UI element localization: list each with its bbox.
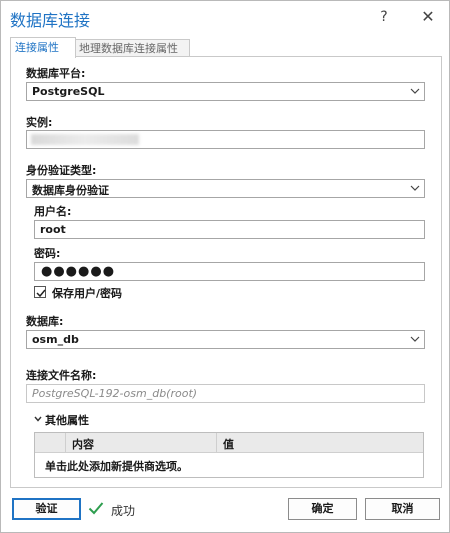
save-credentials-checkbox[interactable]: [34, 286, 46, 298]
add-provider-option-row[interactable]: 单击此处添加新提供商选项。: [45, 458, 188, 474]
username-input[interactable]: root: [34, 220, 425, 239]
auth-type-label: 身份验证类型:: [26, 164, 97, 177]
grid-header: 内容 值: [35, 433, 423, 453]
instance-input[interactable]: [26, 130, 425, 149]
title-bar: 数据库连接 ? ✕: [1, 1, 449, 33]
database-label: 数据库:: [26, 315, 64, 328]
cancel-button[interactable]: 取消: [365, 498, 440, 520]
grid-row-header-stub: [35, 433, 66, 452]
help-button[interactable]: ?: [369, 5, 399, 29]
column-header-content[interactable]: 内容: [66, 433, 217, 452]
success-check-icon: [88, 502, 104, 515]
password-mask: ●●●●●●: [41, 264, 116, 279]
database-dropdown[interactable]: osm_db: [26, 330, 425, 349]
password-input[interactable]: ●●●●●●: [34, 262, 425, 281]
auth-type-value: 数据库身份验证: [32, 184, 109, 197]
close-button[interactable]: ✕: [413, 5, 443, 29]
tab-geodatabase-connection-properties[interactable]: 地理数据库连接属性: [74, 39, 190, 57]
ok-button[interactable]: 确定: [288, 498, 357, 520]
provider-options-grid: 内容 值 单击此处添加新提供商选项。: [34, 432, 424, 478]
database-value: osm_db: [32, 333, 79, 346]
connection-file-value: PostgreSQL-192-osm_db(root): [32, 387, 198, 400]
save-credentials-label[interactable]: 保存用户/密码: [52, 285, 122, 301]
other-properties-label: 其他属性: [45, 414, 89, 427]
chevron-down-icon: [34, 416, 42, 422]
chevron-down-icon: [410, 185, 420, 191]
connection-file-label: 连接文件名称:: [26, 369, 97, 382]
tab-connection-properties[interactable]: 连接属性: [10, 37, 76, 58]
chevron-down-icon: [410, 88, 420, 94]
verify-status-text: 成功: [111, 504, 136, 518]
password-label: 密码:: [34, 247, 61, 260]
chevron-down-icon: [410, 336, 420, 342]
verify-button[interactable]: 验证: [12, 498, 81, 520]
username-label: 用户名:: [34, 205, 72, 218]
checkmark-icon: [36, 289, 46, 298]
redacted-instance-value: [31, 134, 139, 145]
database-connection-dialog: 数据库连接 ? ✕ 连接属性 地理数据库连接属性 数据库平台: PostgreS…: [0, 0, 450, 533]
platform-dropdown[interactable]: PostgreSQL: [26, 82, 425, 101]
dialog-title: 数据库连接: [10, 11, 91, 30]
connection-file-input[interactable]: PostgreSQL-192-osm_db(root): [26, 384, 425, 403]
platform-value: PostgreSQL: [32, 85, 105, 98]
username-value: root: [40, 223, 66, 236]
column-header-value[interactable]: 值: [217, 433, 423, 452]
auth-type-dropdown[interactable]: 数据库身份验证: [26, 179, 425, 198]
instance-label: 实例:: [26, 116, 53, 129]
platform-label: 数据库平台:: [26, 67, 86, 80]
